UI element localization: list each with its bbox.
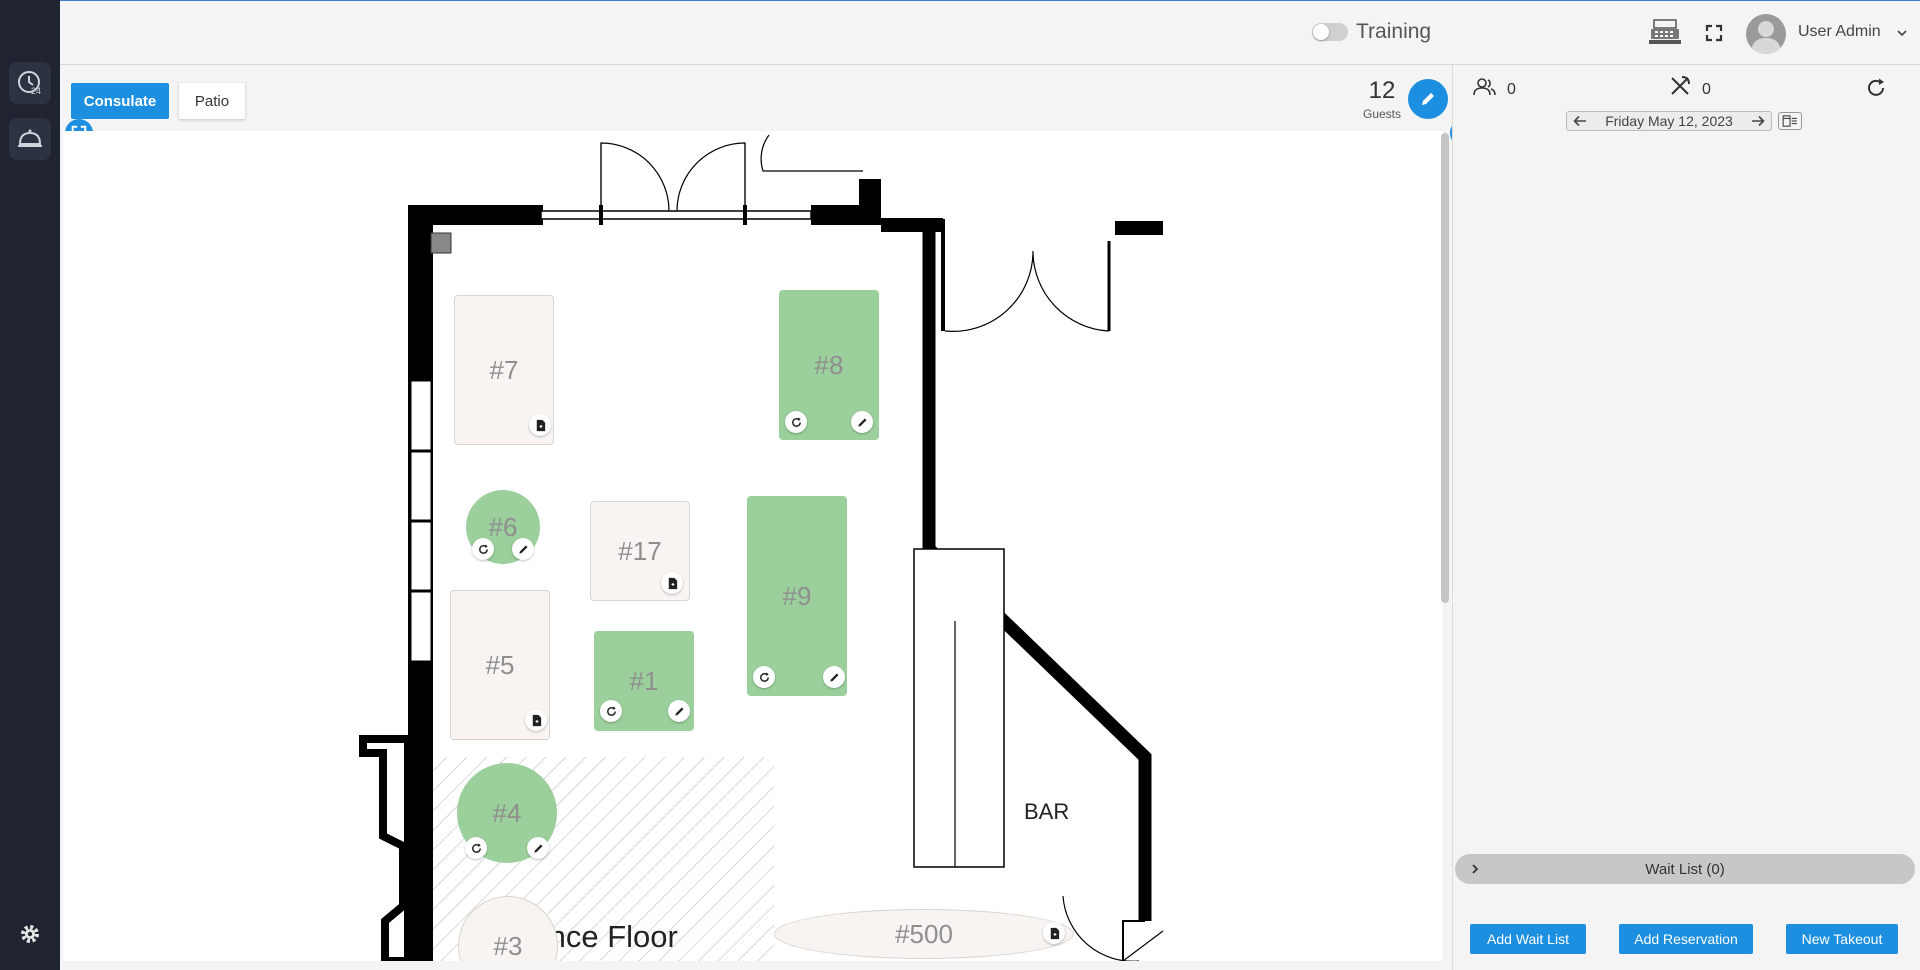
table-label: #7 — [489, 354, 519, 385]
bar-label: BAR — [1024, 799, 1070, 824]
pencil-icon — [857, 418, 866, 427]
table-note-button[interactable] — [1043, 922, 1065, 944]
arrow-left-icon[interactable] — [1573, 115, 1587, 127]
pencil-icon — [829, 673, 838, 682]
table-1[interactable]: #1 — [594, 631, 694, 731]
fullscreen-icon[interactable] — [1704, 23, 1724, 43]
table-4[interactable]: #4 — [457, 763, 557, 863]
left-rail: 24 — [0, 0, 60, 970]
table-9[interactable]: #9 — [747, 496, 847, 696]
refresh-icon — [478, 543, 488, 554]
add-reservation-button[interactable]: Add Reservation — [1619, 924, 1753, 954]
table-refresh-button[interactable] — [600, 700, 622, 722]
training-label: Training — [1356, 20, 1432, 43]
cash-register-icon[interactable] — [1648, 17, 1682, 47]
table-label: #17 — [618, 535, 662, 566]
table-label: #1 — [629, 665, 659, 696]
avatar[interactable] — [1746, 14, 1786, 54]
svg-text:24: 24 — [31, 86, 41, 96]
table-refresh-button[interactable] — [472, 538, 494, 560]
table-edit-button[interactable] — [527, 837, 549, 859]
guests-count: 12 — [1368, 77, 1396, 104]
table-refresh-button[interactable] — [753, 666, 775, 688]
top-header: Training User Admin — [60, 0, 1920, 65]
chevron-down-icon[interactable] — [1896, 27, 1908, 39]
cloche-icon — [18, 129, 42, 147]
arrow-right-icon[interactable] — [1751, 115, 1765, 127]
training-toggle[interactable] — [1312, 23, 1348, 41]
table-edit-button[interactable] — [668, 700, 690, 722]
user-name[interactable]: User Admin — [1798, 23, 1881, 41]
table-label: #6 — [488, 511, 518, 542]
table-label: #3 — [493, 930, 523, 961]
floor-canvas: BAR Dance Floor #7 #8 #6 #17 #9 #5 #1 #4… — [63, 131, 1443, 961]
table-6[interactable]: #6 — [466, 490, 540, 564]
table-label: #5 — [485, 649, 515, 680]
edit-floor-button[interactable] — [1408, 79, 1448, 119]
pencil-icon — [1422, 93, 1434, 105]
refresh-icon[interactable] — [1865, 77, 1887, 99]
table-label: #500 — [895, 918, 953, 949]
table-edit-button[interactable] — [851, 411, 873, 433]
new-takeout-button[interactable]: New Takeout — [1786, 924, 1898, 954]
pencil-icon — [518, 545, 527, 554]
rail-item-service[interactable] — [9, 118, 51, 160]
guests-stat-value: 0 — [1507, 81, 1516, 98]
pencil-icon — [674, 707, 683, 716]
table-8[interactable]: #8 — [779, 290, 879, 440]
refresh-icon — [759, 671, 769, 682]
table-17[interactable]: #17 — [590, 501, 690, 601]
date-navigator: Friday May 12, 2023 — [1566, 111, 1772, 131]
table-note-button[interactable] — [529, 414, 551, 436]
add-wait-list-button[interactable]: Add Wait List — [1470, 924, 1586, 954]
refresh-icon — [791, 416, 801, 427]
table-note-button[interactable] — [525, 709, 547, 731]
table-label: #4 — [492, 797, 522, 828]
floor-plan-panel: Consulate Patio 12 Guests BAR Dance Floo… — [60, 65, 1478, 970]
document-icon — [532, 714, 541, 726]
wait-list-toggle[interactable]: Wait List (0) — [1455, 854, 1915, 884]
table-note-button[interactable] — [661, 572, 683, 594]
pencil-icon — [533, 844, 542, 853]
table-7[interactable]: #7 — [454, 295, 554, 445]
table-refresh-button[interactable] — [465, 837, 487, 859]
document-icon — [668, 577, 677, 589]
people-icon — [1473, 78, 1496, 96]
user-silhouette-icon — [1751, 21, 1781, 54]
floor-scrollbar[interactable] — [1441, 133, 1449, 603]
cutlery-icon — [1671, 76, 1690, 95]
app-root: 24 Training User Admin Consulate Patio 1… — [0, 0, 1920, 970]
table-edit-button[interactable] — [823, 666, 845, 688]
guests-label: Guests — [1362, 107, 1401, 121]
reservations-panel: 0 0 Friday May 12, 2023 Wait List (0) Ad… — [1452, 65, 1920, 970]
table-500[interactable]: #500 — [774, 909, 1074, 959]
refresh-icon — [606, 705, 616, 716]
calendar-list-icon — [1782, 115, 1797, 127]
room-tab-patio[interactable]: Patio — [179, 83, 245, 119]
clock-24-icon: 24 — [18, 71, 41, 96]
table-label: #8 — [814, 349, 844, 380]
covers-stat-value: 0 — [1702, 81, 1711, 98]
wait-list-label: Wait List (0) — [1645, 861, 1725, 878]
document-icon — [1050, 927, 1059, 939]
current-date[interactable]: Friday May 12, 2023 — [1605, 113, 1733, 129]
gear-icon[interactable] — [18, 922, 42, 946]
table-label: #9 — [782, 580, 812, 611]
room-tab-consulate[interactable]: Consulate — [71, 83, 169, 119]
refresh-icon — [471, 842, 481, 853]
table-refresh-button[interactable] — [785, 411, 807, 433]
document-icon — [536, 419, 545, 431]
table-5[interactable]: #5 — [450, 590, 550, 740]
table-edit-button[interactable] — [512, 538, 534, 560]
calendar-button[interactable] — [1778, 112, 1802, 130]
rail-item-clock-24[interactable]: 24 — [9, 62, 51, 104]
